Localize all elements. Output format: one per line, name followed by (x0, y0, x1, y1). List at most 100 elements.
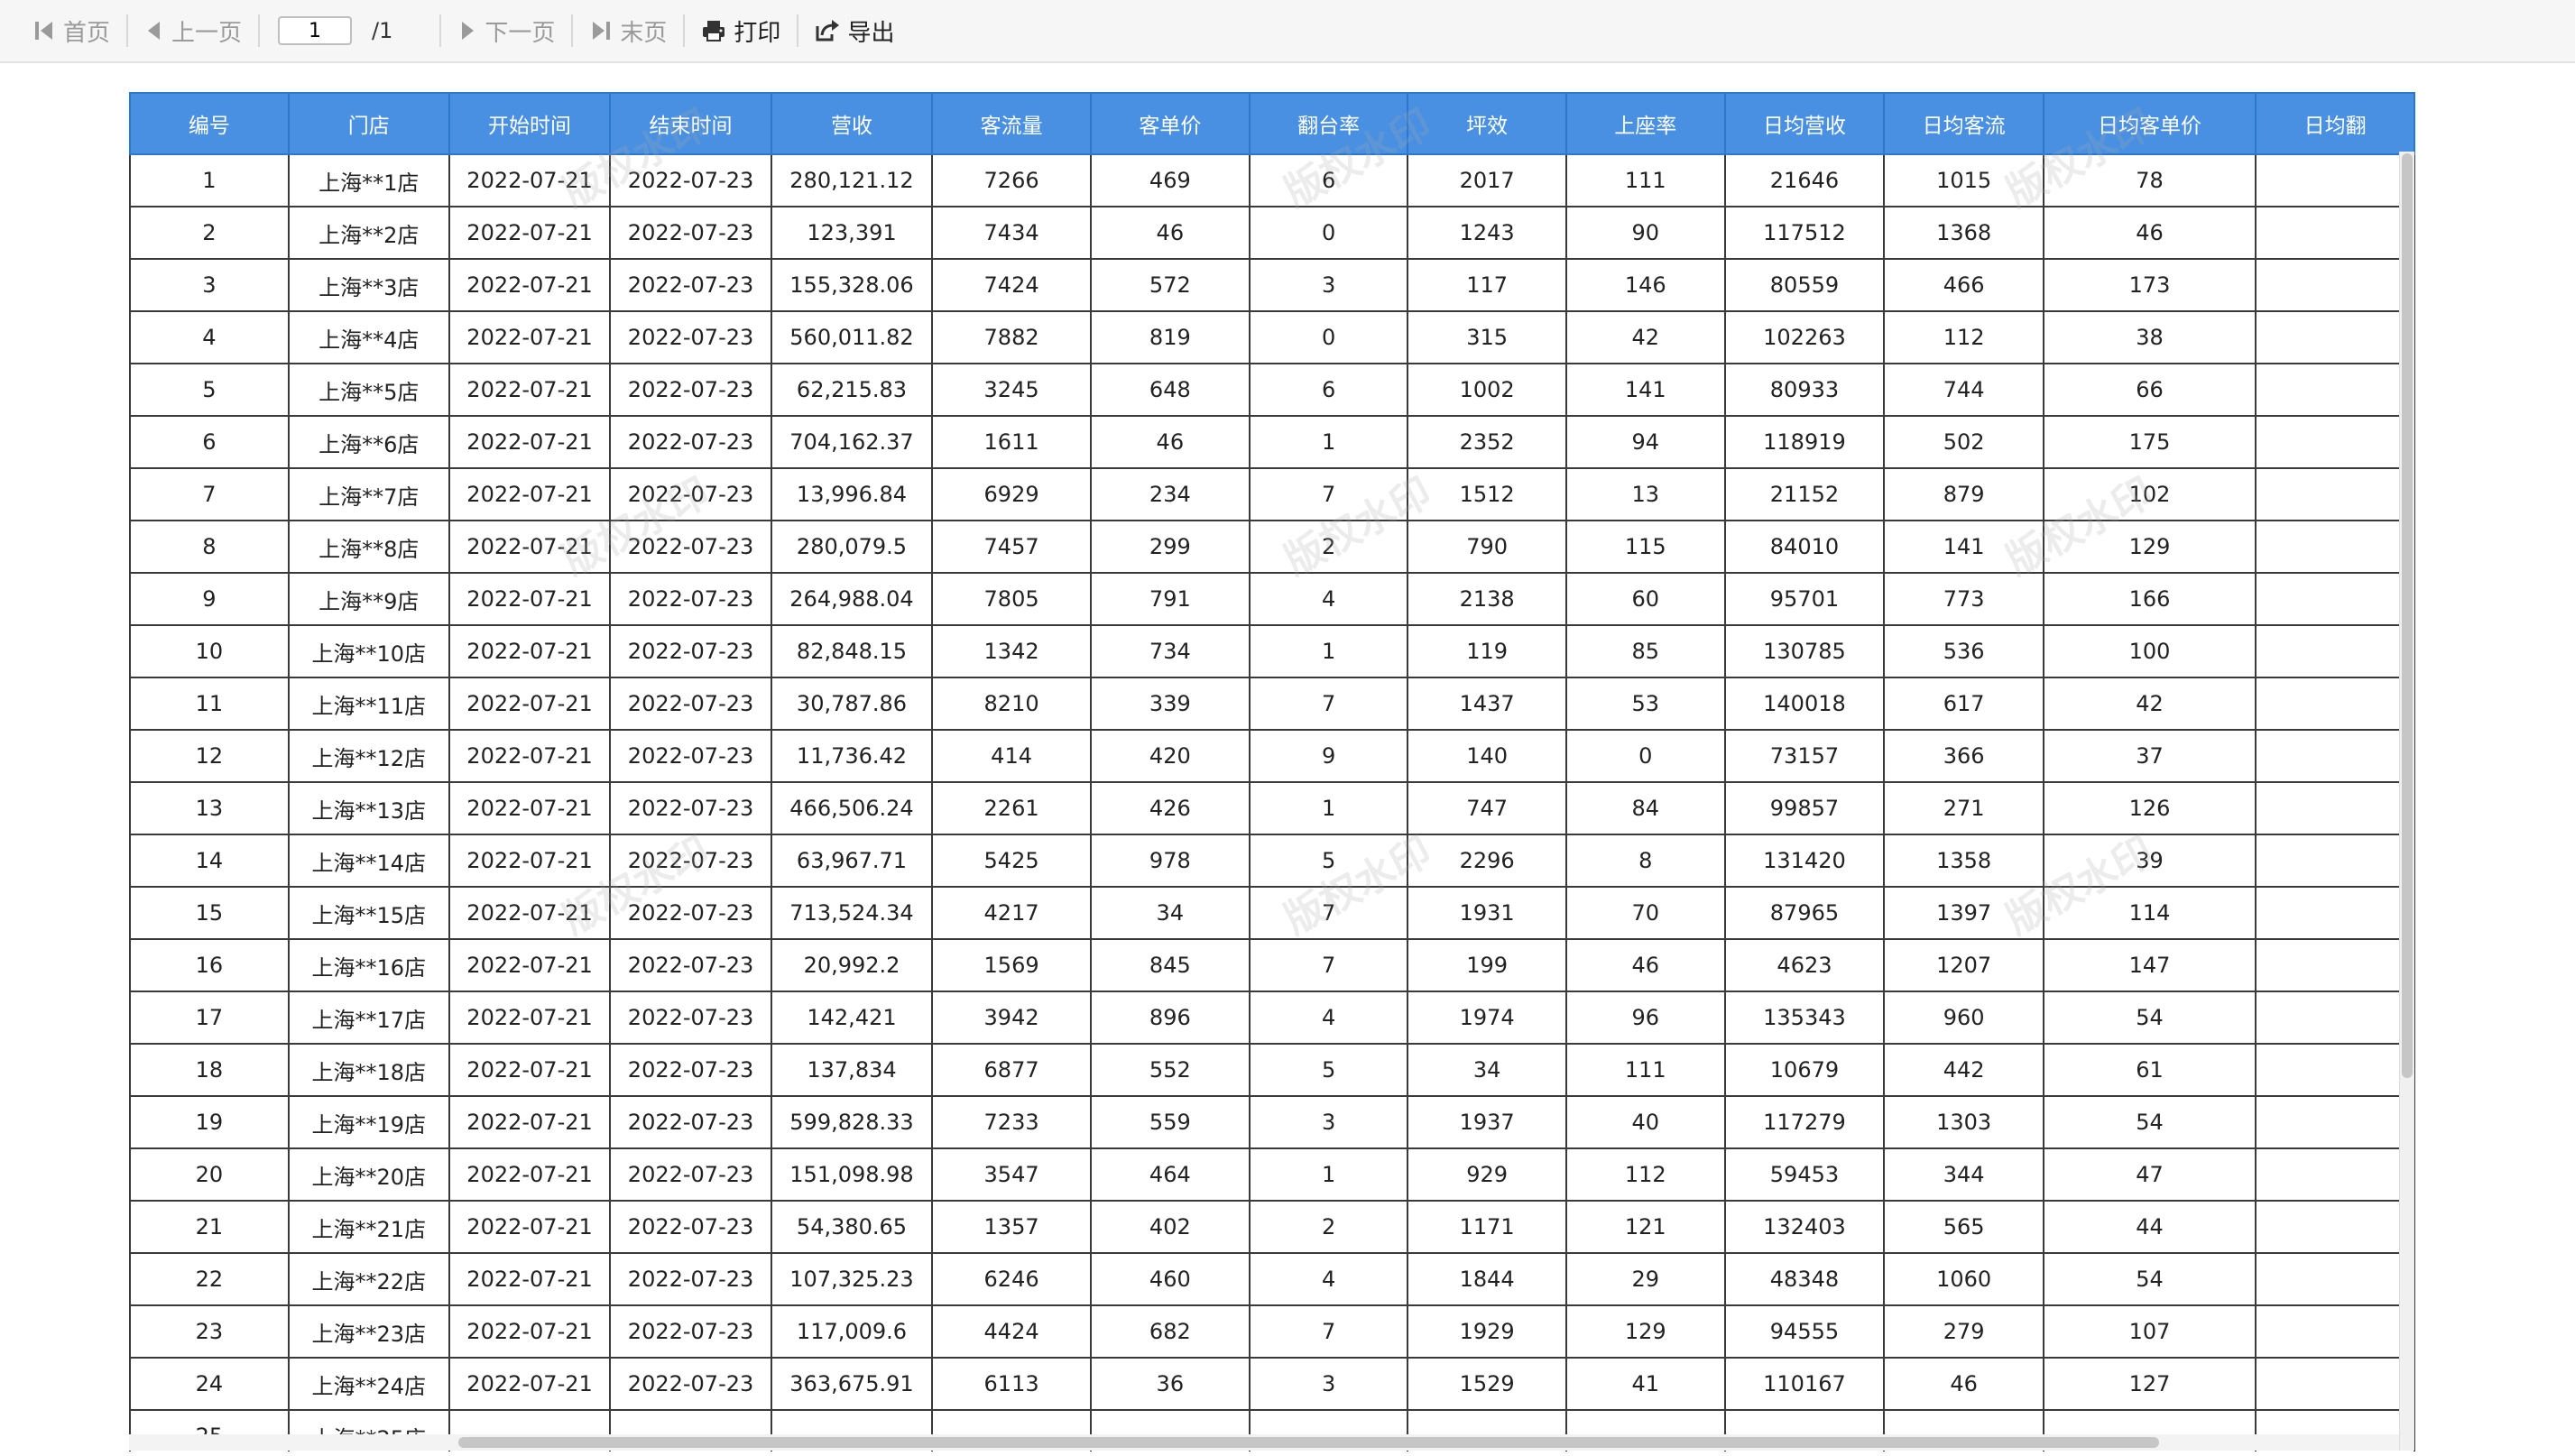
cell-end-time: 2022-07-23 (609, 1304, 772, 1359)
cell-daily-turnover (2255, 1304, 2415, 1359)
cell-daily-traffic: 344 (1883, 1147, 2044, 1202)
cell-traffic: 7233 (931, 1095, 1092, 1149)
skip-first-icon (32, 19, 63, 42)
report-grid: 编号 门店 开始时间 结束时间 营收 客流量 客单价 翻台率 坪效 上座率 日均营收 日均客流 日均客单… (129, 92, 2415, 1451)
cell-daily-traffic: 279 (1883, 1304, 2044, 1359)
cell-occupancy: 40 (1564, 1095, 1726, 1149)
cell-id: 21 (129, 1200, 290, 1254)
cell-id: 3 (129, 258, 290, 312)
cell-turnover: 2 (1248, 520, 1409, 574)
cell-turnover: 5 (1248, 834, 1409, 888)
cell-occupancy: 53 (1564, 677, 1726, 731)
cell-daily-revenue: 21152 (1723, 467, 1886, 521)
cell-traffic: 6246 (931, 1252, 1092, 1306)
cell-occupancy: 8 (1564, 834, 1726, 888)
cell-revenue: 54,380.65 (770, 1200, 934, 1254)
table-row: 8 上海**8店 2022-07-21 2022-07-23 280,079.5 7457… (129, 520, 2415, 574)
page-number-input[interactable] (278, 16, 353, 45)
vertical-scroll-thumb[interactable] (2402, 153, 2413, 1078)
vertical-scrollbar[interactable] (2399, 152, 2414, 1451)
horizontal-scroll-thumb[interactable] (458, 1437, 2159, 1448)
cell-daily-turnover (2255, 1043, 2415, 1097)
cell-traffic: 5425 (931, 834, 1092, 888)
cell-traffic: 4424 (931, 1304, 1092, 1359)
cell-id: 11 (129, 677, 290, 731)
cell-daily-traffic: 960 (1883, 991, 2044, 1045)
cell-daily-traffic: 879 (1883, 467, 2044, 521)
cell-store: 上海**23店 (287, 1304, 450, 1359)
cell-avg-ticket: 819 (1089, 310, 1251, 364)
cell-start-time: 2022-07-21 (448, 1043, 612, 1097)
cell-start-time: 2022-07-21 (448, 153, 612, 207)
cell-id: 16 (129, 938, 290, 992)
first-page-button[interactable]: 首页 (32, 0, 110, 62)
table-row: 14 上海**14店 2022-07-21 2022-07-23 63,967.71 54… (129, 834, 2415, 888)
cell-avg-ticket: 36 (1089, 1357, 1251, 1411)
next-page-label: 下一页 (485, 19, 556, 47)
cell-traffic: 7805 (931, 572, 1092, 626)
cell-start-time: 2022-07-21 (448, 572, 612, 626)
cell-sales-per-area: 2017 (1407, 153, 1567, 207)
cell-start-time: 2022-07-21 (448, 310, 612, 364)
cell-turnover: 7 (1248, 467, 1409, 521)
column-header: 营收 (770, 92, 934, 155)
export-icon (815, 19, 847, 42)
cell-start-time: 2022-07-21 (448, 520, 612, 574)
table-row: 9 上海**9店 2022-07-21 2022-07-23 264,988.04 780… (129, 572, 2415, 626)
table-row: 22 上海**22店 2022-07-21 2022-07-23 107,325.23 6… (129, 1252, 2415, 1306)
cell-occupancy: 129 (1564, 1304, 1726, 1359)
cell-daily-avg-ticket: 100 (2042, 624, 2257, 678)
cell-store: 上海**1店 (287, 153, 450, 207)
cell-sales-per-area: 2296 (1407, 834, 1567, 888)
cell-daily-revenue: 94555 (1723, 1304, 1886, 1359)
cell-start-time: 2022-07-21 (448, 938, 612, 992)
cell-end-time: 2022-07-23 (609, 1043, 772, 1097)
cell-occupancy: 13 (1564, 467, 1726, 521)
cell-sales-per-area: 1243 (1407, 206, 1567, 260)
cell-daily-traffic: 1397 (1883, 886, 2044, 940)
cell-daily-avg-ticket: 129 (2042, 520, 2257, 574)
horizontal-scrollbar[interactable] (129, 1434, 2399, 1451)
cell-daily-revenue: 95701 (1723, 572, 1886, 626)
cell-end-time: 2022-07-23 (609, 467, 772, 521)
cell-daily-turnover (2255, 1252, 2415, 1306)
cell-turnover: 1 (1248, 781, 1409, 835)
cell-daily-traffic: 442 (1883, 1043, 2044, 1097)
cell-daily-traffic: 1303 (1883, 1095, 2044, 1149)
prev-page-button[interactable]: 上一页 (144, 0, 242, 62)
print-button[interactable]: 打印 (701, 0, 780, 62)
cell-start-time: 2022-07-21 (448, 206, 612, 260)
cell-occupancy: 111 (1564, 1043, 1726, 1097)
cell-occupancy: 84 (1564, 781, 1726, 835)
cell-daily-turnover (2255, 1357, 2415, 1411)
next-page-button[interactable]: 下一页 (457, 0, 555, 62)
last-page-button[interactable]: 末页 (589, 0, 667, 62)
cell-sales-per-area: 1529 (1407, 1357, 1567, 1411)
cell-occupancy: 141 (1564, 363, 1726, 417)
cell-avg-ticket: 896 (1089, 991, 1251, 1045)
cell-end-time: 2022-07-23 (609, 677, 772, 731)
cell-end-time: 2022-07-23 (609, 1252, 772, 1306)
table-row: 5 上海**5店 2022-07-21 2022-07-23 62,215.83 3245… (129, 363, 2415, 417)
cell-start-time: 2022-07-21 (448, 1200, 612, 1254)
cell-daily-revenue: 73157 (1723, 729, 1886, 783)
cell-traffic: 2261 (931, 781, 1092, 835)
cell-end-time: 2022-07-23 (609, 572, 772, 626)
table-row: 12 上海**12店 2022-07-21 2022-07-23 11,736.42 41… (129, 729, 2415, 783)
cell-start-time: 2022-07-21 (448, 991, 612, 1045)
cell-sales-per-area: 140 (1407, 729, 1567, 783)
cell-avg-ticket: 34 (1089, 886, 1251, 940)
cell-turnover: 6 (1248, 363, 1409, 417)
toolbar-divider (797, 14, 799, 47)
cell-start-time: 2022-07-21 (448, 886, 612, 940)
report-toolbar: 首页 上一页 /1 下一页 末页 打印 (0, 0, 2575, 63)
export-button[interactable]: 导出 (815, 0, 894, 62)
cell-revenue: 107,325.23 (770, 1252, 934, 1306)
cell-sales-per-area: 34 (1407, 1043, 1567, 1097)
cell-id: 24 (129, 1357, 290, 1411)
cell-avg-ticket: 420 (1089, 729, 1251, 783)
cell-turnover: 7 (1248, 886, 1409, 940)
column-header: 客流量 (931, 92, 1092, 155)
cell-daily-revenue: 117512 (1723, 206, 1886, 260)
cell-daily-turnover (2255, 520, 2415, 574)
